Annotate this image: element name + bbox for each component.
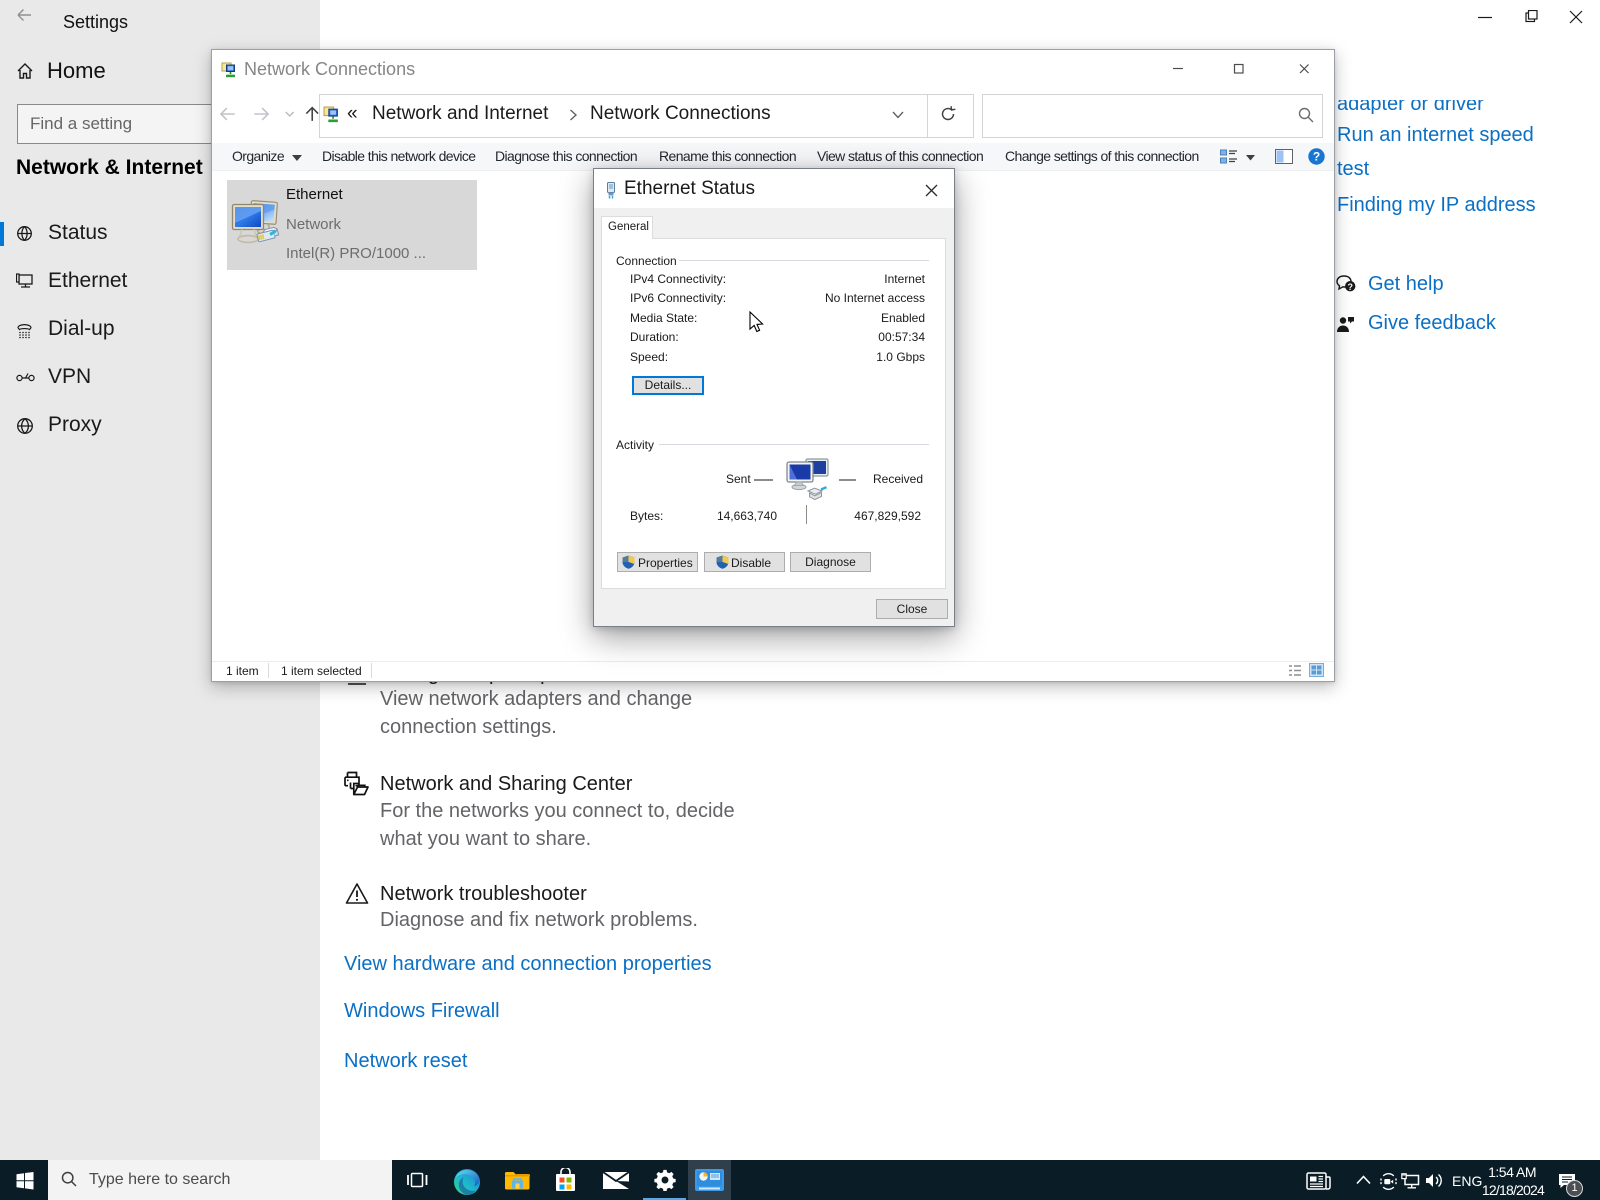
svg-text:?: ? xyxy=(1313,150,1320,164)
svg-text:?: ? xyxy=(1347,282,1353,292)
